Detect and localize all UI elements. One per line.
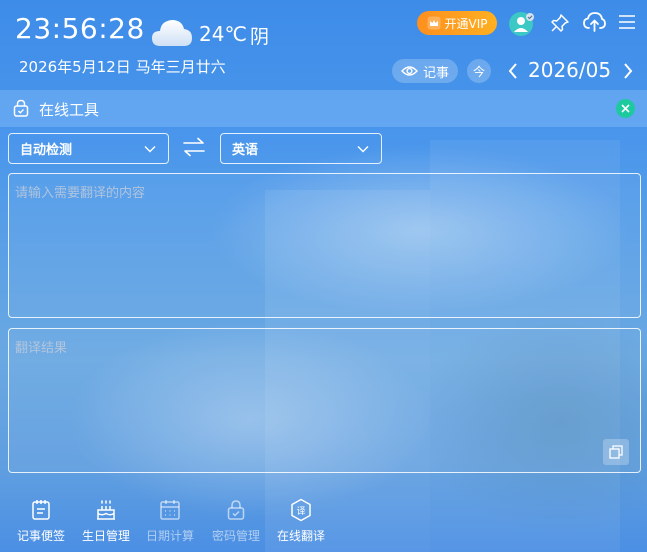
vip-label: 开通VIP — [444, 16, 488, 31]
target-language-select[interactable]: 英语 — [220, 133, 382, 164]
tool-title: 在线工具 — [39, 101, 100, 119]
nav-password[interactable]: 密码管理 — [206, 498, 266, 546]
user-avatar-icon[interactable] — [509, 11, 535, 37]
month-label: 2026/05 — [528, 58, 612, 82]
nav-birthday[interactable]: 生日管理 — [76, 498, 136, 546]
svg-text:译: 译 — [296, 506, 305, 517]
nav-label: 密码管理 — [211, 529, 260, 543]
chevron-right-icon — [624, 63, 633, 79]
notepad-icon — [32, 500, 50, 520]
copy-icon — [609, 445, 623, 459]
close-icon — [621, 104, 630, 113]
nav-label: 生日管理 — [81, 529, 130, 543]
swap-languages-icon[interactable] — [183, 137, 205, 157]
nav-translate[interactable]: 译 在线翻译 — [271, 498, 331, 546]
lock-icon — [227, 500, 245, 520]
nav-label: 在线翻译 — [276, 529, 325, 543]
nav-notes[interactable]: 记事便签 — [11, 498, 71, 546]
note-label: 记事 — [422, 65, 449, 81]
app-window: 23:56:28 24℃ 阴 2026年5月12日 马年三月廿六 开通VIP 记… — [0, 0, 647, 552]
note-button[interactable]: 记事 — [392, 59, 458, 83]
cloud-upload-icon[interactable] — [582, 11, 606, 33]
chevron-down-icon — [144, 146, 156, 153]
lock-icon — [13, 99, 29, 117]
prev-month-button[interactable] — [503, 59, 523, 83]
translation-output: 翻译结果 — [8, 328, 641, 473]
crown-icon — [427, 16, 440, 30]
translate-icon: 译 — [291, 498, 311, 522]
input-placeholder: 请输入需要翻译的内容 — [15, 186, 146, 201]
nav-label: 记事便签 — [16, 529, 65, 543]
translation-input[interactable]: 请输入需要翻译的内容 — [8, 173, 641, 318]
copy-button[interactable] — [603, 439, 629, 465]
close-button[interactable] — [616, 99, 635, 118]
clock-time: 23:56:28 — [15, 12, 145, 45]
source-language-value: 自动检测 — [20, 143, 73, 158]
vip-button[interactable]: 开通VIP — [417, 11, 497, 35]
chevron-left-icon — [508, 63, 517, 79]
output-placeholder: 翻译结果 — [15, 341, 68, 356]
nav-label: 日期计算 — [145, 529, 194, 543]
current-date: 2026年5月12日 马年三月廿六 — [19, 58, 226, 76]
today-label: 今 — [472, 64, 485, 79]
calendar-grid-icon — [160, 500, 180, 520]
chevron-down-icon — [357, 146, 369, 153]
pin-icon[interactable] — [550, 13, 570, 33]
target-language-value: 英语 — [232, 143, 259, 158]
menu-icon[interactable] — [618, 14, 636, 30]
temperature: 24℃ — [199, 22, 247, 46]
next-month-button[interactable] — [618, 59, 638, 83]
cloud-icon — [152, 20, 192, 46]
eye-icon — [401, 66, 418, 76]
source-language-select[interactable]: 自动检测 — [8, 133, 169, 164]
nav-date-calc[interactable]: 日期计算 — [140, 498, 200, 546]
today-button[interactable]: 今 — [467, 59, 491, 83]
cake-icon — [97, 500, 115, 520]
weather-condition: 阴 — [250, 26, 270, 48]
